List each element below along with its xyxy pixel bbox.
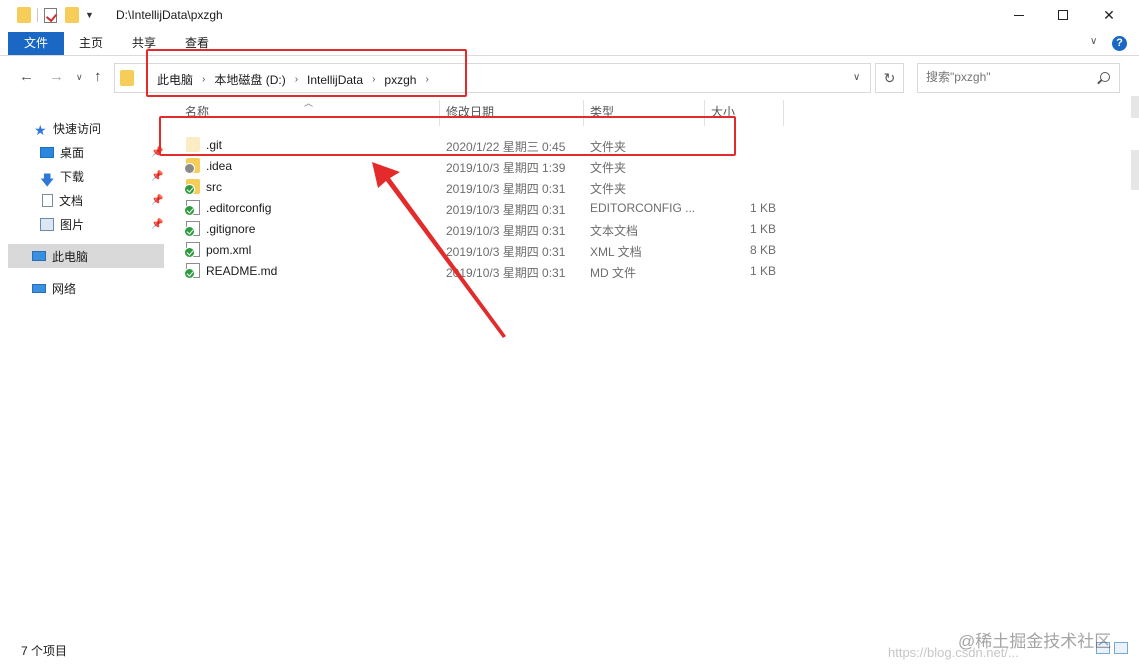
download-icon: 🡇 [40,171,55,188]
file-type: 文件夹 [590,182,627,196]
edge-fragment [1131,150,1139,190]
document-icon [42,193,53,207]
sidebar-item-pictures[interactable]: 图片 📌 [8,212,164,236]
file-type: MD 文件 [590,266,636,280]
new-folder-icon[interactable] [65,7,79,23]
sidebar-item-quick-access[interactable]: ★ 快速访问 [8,116,164,140]
vcs-ok-badge-icon [184,226,195,237]
minimize-button[interactable] [996,0,1042,30]
file-name: src [206,180,222,194]
file-name: .gitignore [206,222,256,236]
file-size: 8 KB [749,243,776,257]
star-icon: ★ [34,121,47,138]
computer-icon [32,251,46,261]
vcs-ok-badge-icon [184,205,195,216]
search-icon[interactable] [1100,72,1110,82]
sidebar-item-label: 网络 [52,281,77,296]
watermark-url: https://blog.csdn.net/... [888,645,1019,660]
minimize-icon [1014,14,1024,16]
sidebar-item-label: 此电脑 [52,249,89,264]
network-icon [32,283,46,293]
tab-home[interactable]: 主页 [78,32,104,55]
address-history-dropdown-icon[interactable]: ∨ [853,72,860,83]
folder-icon [120,70,134,86]
desktop-icon [40,146,54,158]
properties-icon[interactable] [44,7,57,23]
tab-file[interactable]: 文件 [8,32,64,55]
sidebar-item-network[interactable]: 网络 [8,276,164,300]
file-size: 1 KB [749,201,776,215]
sidebar-item-label: 图片 [60,217,85,232]
close-icon: ✕ [1103,6,1115,23]
maximize-icon [1058,10,1068,20]
recent-locations-dropdown-icon[interactable]: ∨ [76,72,83,83]
customize-toolbar-dropdown-icon[interactable]: ▼ [85,10,94,20]
vcs-ok-badge-icon [184,268,195,279]
forward-arrow-icon[interactable]: → [49,68,64,85]
file-type: XML 文档 [590,245,642,259]
quick-access-toolbar: ▼ [17,7,94,23]
annotation-box-address [146,49,467,97]
file-size: 1 KB [749,222,776,236]
picture-icon [40,217,54,231]
sidebar-item-label: 文档 [59,193,84,208]
sidebar-item-this-pc[interactable]: 此电脑 [8,244,164,268]
sidebar-item-label: 桌面 [60,145,85,160]
annotation-arrow-shape [372,162,506,338]
vcs-ok-badge-icon [184,184,195,195]
sidebar-item-desktop[interactable]: 桌面 📌 [8,140,164,164]
close-button[interactable]: ✕ [1086,0,1132,30]
pin-icon[interactable]: 📌 [151,171,163,182]
search-box[interactable] [917,63,1120,93]
help-icon[interactable]: ? [1112,36,1127,51]
vcs-ok-badge-icon [184,247,195,258]
large-icons-view-icon[interactable] [1114,642,1128,654]
vcs-ignored-badge-icon [184,163,195,174]
column-divider[interactable] [783,100,784,126]
sort-ascending-icon: ︿ [304,98,314,108]
file-size: 1 KB [749,264,776,278]
file-type: 文本文档 [590,224,639,238]
file-name: pom.xml [206,243,252,257]
search-input[interactable] [926,70,1096,84]
annotation-arrow-icon [372,162,506,338]
back-arrow-icon[interactable]: ← [19,68,34,85]
file-name: .editorconfig [206,201,272,215]
refresh-button[interactable]: ↻ [875,63,904,93]
sidebar-item-label: 快速访问 [53,121,102,136]
maximize-button[interactable] [1040,0,1086,30]
navigation-pane: ★ 快速访问 桌面 📌 🡇 下载 📌 文档 📌 图片 📌 此电脑 网络 [8,96,164,636]
folder-icon [17,7,31,23]
toolbar-divider [37,8,38,22]
up-arrow-icon[interactable]: ↑ [94,68,102,85]
window-title: D:\IntellijData\pxzgh [116,8,223,22]
pin-icon[interactable]: 📌 [151,195,163,206]
status-item-count: 7 个项目 [21,644,68,658]
file-type: EDITORCONFIG ... [590,201,696,215]
file-name: .idea [206,159,233,173]
file-name: README.md [206,264,278,278]
pin-icon[interactable]: 📌 [151,219,163,230]
sidebar-item-downloads[interactable]: 🡇 下载 📌 [8,164,164,188]
expand-ribbon-chevron-icon[interactable]: ∨ [1090,36,1097,47]
file-type: 文件夹 [590,161,627,175]
edge-fragment [1131,96,1139,118]
title-bar: ▼ D:\IntellijData\pxzgh ✕ [0,0,1139,32]
sidebar-item-documents[interactable]: 文档 📌 [8,188,164,212]
sidebar-item-label: 下载 [60,169,85,184]
refresh-icon: ↻ [883,70,896,86]
